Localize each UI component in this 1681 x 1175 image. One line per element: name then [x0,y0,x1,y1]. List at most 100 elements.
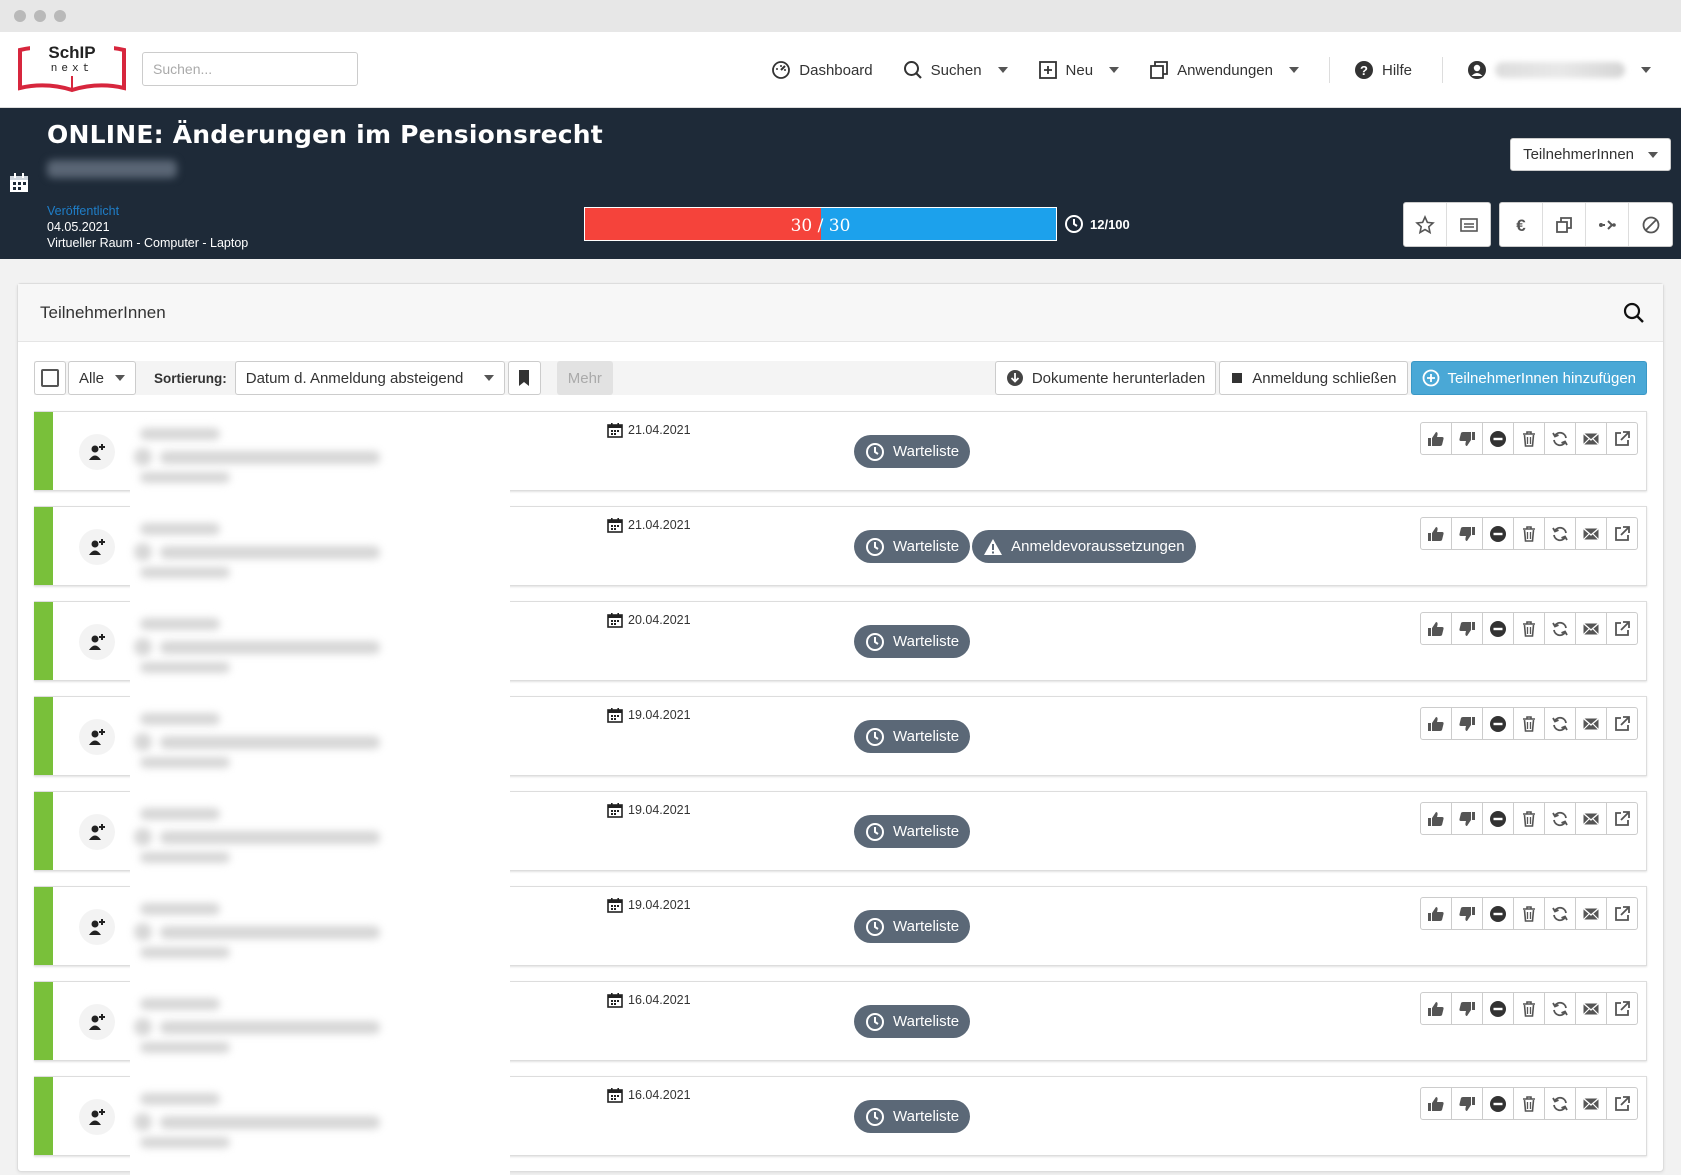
refresh-button[interactable] [1544,1087,1576,1120]
calendar-icon[interactable] [8,172,30,194]
remove-button[interactable] [1482,517,1514,550]
nav-hilfe[interactable]: ? Hilfe [1354,60,1412,80]
open-external-button[interactable] [1606,517,1638,550]
remove-button[interactable] [1482,992,1514,1025]
approve-button[interactable] [1420,992,1452,1025]
delete-button[interactable] [1513,707,1545,740]
more-button[interactable]: Mehr [556,361,613,395]
email-button[interactable] [1575,802,1607,835]
window-dot[interactable] [54,10,66,22]
reject-button[interactable] [1451,422,1483,455]
delete-button[interactable] [1513,897,1545,930]
open-external-button[interactable] [1606,422,1638,455]
remove-button[interactable] [1482,422,1514,455]
status-badge[interactable]: Warteliste [854,815,971,848]
open-external-button[interactable] [1606,802,1638,835]
copy-button[interactable] [1543,203,1586,246]
add-person-icon[interactable] [79,719,115,755]
window-dot[interactable] [34,10,46,22]
participant-row[interactable]: 21.04.2021 Warteliste [34,411,1647,510]
remove-button[interactable] [1482,707,1514,740]
email-button[interactable] [1575,517,1607,550]
add-person-icon[interactable] [79,909,115,945]
email-button[interactable] [1575,707,1607,740]
sort-select[interactable]: Datum d. Anmeldung absteigend [234,361,505,395]
refresh-button[interactable] [1544,422,1576,455]
view-select-dropdown[interactable]: TeilnehmerInnen [1510,138,1671,171]
open-external-button[interactable] [1606,897,1638,930]
approve-button[interactable] [1420,1087,1452,1120]
close-registration-button[interactable]: Anmeldung schließen [1219,361,1408,395]
status-badge[interactable]: Warteliste [854,720,971,753]
email-button[interactable] [1575,422,1607,455]
status-badge[interactable]: Warteliste [854,1005,971,1038]
email-button[interactable] [1575,612,1607,645]
participant-row[interactable]: 19.04.2021 Warteliste [34,791,1647,890]
refresh-button[interactable] [1544,992,1576,1025]
add-participants-button[interactable]: TeilnehmerInnen hinzufügen [1410,361,1647,395]
details-button[interactable] [1447,203,1490,246]
remove-button[interactable] [1482,1087,1514,1120]
delete-button[interactable] [1513,992,1545,1025]
cancel-event-button[interactable] [1629,203,1672,246]
status-badge[interactable]: Warteliste [854,530,971,563]
favorite-button[interactable] [1404,203,1447,246]
participant-row[interactable]: 21.04.2021 Warteliste Anmeldevoraussetzun… [34,506,1647,605]
nav-suchen[interactable]: Suchen [903,60,1008,80]
nav-anwendungen[interactable]: Anwendungen [1149,60,1299,80]
reject-button[interactable] [1451,897,1483,930]
search-icon[interactable] [1623,302,1645,324]
refresh-button[interactable] [1544,707,1576,740]
add-person-icon[interactable] [79,624,115,660]
participant-row[interactable]: 20.04.2021 Warteliste [34,601,1647,700]
nav-dashboard[interactable]: Dashboard [771,60,873,80]
approve-button[interactable] [1420,897,1452,930]
search-input[interactable] [142,52,358,86]
email-button[interactable] [1575,897,1607,930]
refresh-button[interactable] [1544,517,1576,550]
reject-button[interactable] [1451,707,1483,740]
remove-button[interactable] [1482,802,1514,835]
delete-button[interactable] [1513,1087,1545,1120]
approve-button[interactable] [1420,517,1452,550]
refresh-button[interactable] [1544,897,1576,930]
email-button[interactable] [1575,992,1607,1025]
schip-logo[interactable]: SchIP next [16,38,128,98]
approve-button[interactable] [1420,612,1452,645]
select-all-checkbox[interactable] [34,361,66,395]
participant-row[interactable]: 16.04.2021 Warteliste [34,1076,1647,1175]
status-badge[interactable]: Warteliste [854,625,971,658]
reject-button[interactable] [1451,612,1483,645]
reject-button[interactable] [1451,517,1483,550]
add-person-icon[interactable] [79,529,115,565]
approve-button[interactable] [1420,802,1452,835]
download-documents-button[interactable]: Dokumente herunterladen [994,361,1217,395]
pricing-button[interactable]: € [1500,203,1543,246]
participant-row[interactable]: 19.04.2021 Warteliste [34,696,1647,795]
reject-button[interactable] [1451,1087,1483,1120]
delete-button[interactable] [1513,422,1545,455]
add-person-icon[interactable] [79,434,115,470]
add-person-icon[interactable] [79,814,115,850]
user-menu[interactable] [1467,60,1651,80]
status-badge[interactable]: Warteliste [854,1100,971,1133]
filter-select[interactable]: Alle [68,361,136,395]
open-external-button[interactable] [1606,992,1638,1025]
participant-row[interactable]: 19.04.2021 Warteliste [34,886,1647,985]
approve-button[interactable] [1420,707,1452,740]
connect-button[interactable] [1586,203,1629,246]
bookmark-button[interactable] [507,361,541,395]
delete-button[interactable] [1513,802,1545,835]
approve-button[interactable] [1420,422,1452,455]
window-dot[interactable] [14,10,26,22]
reject-button[interactable] [1451,992,1483,1025]
delete-button[interactable] [1513,612,1545,645]
status-badge[interactable]: Warteliste [854,435,971,468]
status-badge[interactable]: Anmeldevoraussetzungen [972,530,1196,563]
delete-button[interactable] [1513,517,1545,550]
open-external-button[interactable] [1606,707,1638,740]
status-badge[interactable]: Warteliste [854,910,971,943]
participant-row[interactable]: 16.04.2021 Warteliste [34,981,1647,1080]
open-external-button[interactable] [1606,1087,1638,1120]
nav-neu[interactable]: Neu [1038,60,1120,80]
